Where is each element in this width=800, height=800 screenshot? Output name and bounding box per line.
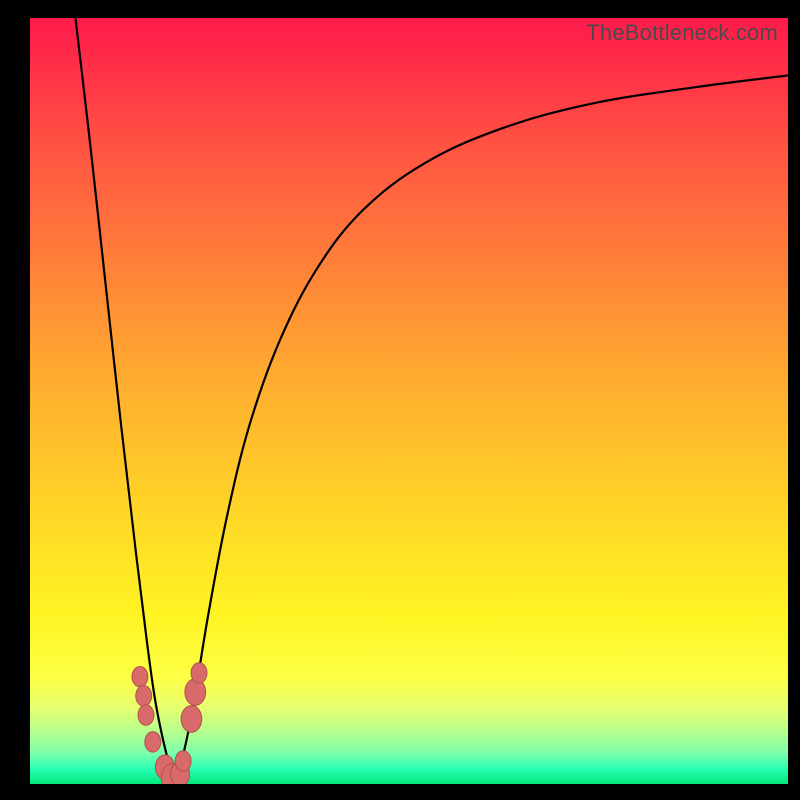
plot-area: TheBottleneck.com xyxy=(30,18,788,784)
data-dot xyxy=(145,732,161,752)
data-dot xyxy=(138,705,154,725)
curve-right-branch xyxy=(174,75,788,781)
data-dot xyxy=(136,686,152,706)
data-dot xyxy=(132,667,148,687)
data-dots xyxy=(132,663,207,784)
data-dot xyxy=(175,751,191,771)
chart-frame: TheBottleneck.com xyxy=(0,0,800,800)
data-dot xyxy=(181,706,202,733)
curve-left-branch xyxy=(75,18,174,782)
data-dot xyxy=(191,663,207,683)
chart-svg xyxy=(30,18,788,784)
